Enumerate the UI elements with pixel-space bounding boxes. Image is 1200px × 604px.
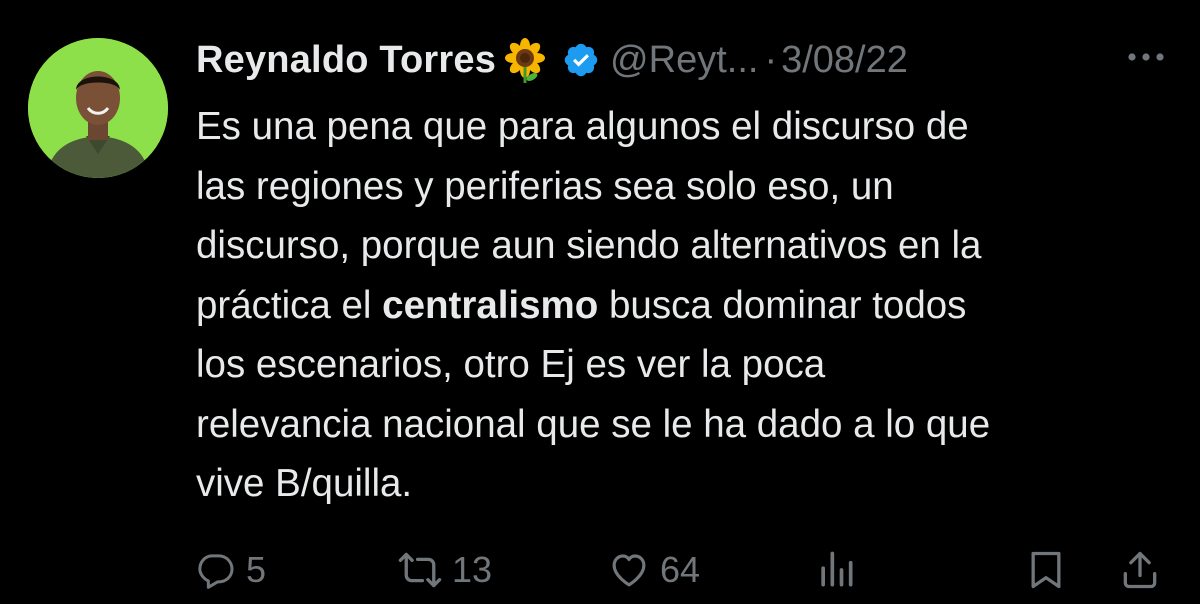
tweet-header: Reynaldo Torres @Reyt... · 3/08/22 — [196, 33, 908, 87]
handle[interactable]: @Reyt... — [610, 39, 758, 82]
avatar[interactable] — [28, 38, 168, 178]
tweet-line: los escenarios, otro Ej es ver la poca — [196, 343, 826, 386]
tweet-text-segment: práctica el — [196, 283, 383, 327]
separator: · — [764, 38, 778, 81]
tweet-text-segment: busca dominar todos — [598, 283, 967, 327]
like-icon — [612, 554, 646, 587]
reply-count: 5 — [246, 549, 267, 590]
tweet-line: práctica el centralismo busca dominar to… — [196, 276, 1186, 336]
share-button[interactable] — [1118, 540, 1162, 600]
like-button[interactable]: 64 — [608, 540, 700, 600]
views-button[interactable] — [814, 540, 858, 600]
tweet-line: relevancia nacional que se le ha dado a … — [196, 402, 991, 446]
views-icon — [821, 551, 853, 587]
tweet-line: Es una pena que para algunos el discurso… — [196, 105, 969, 148]
reply-icon — [198, 554, 234, 589]
share-icon — [1123, 551, 1157, 589]
action-bar: 5 13 64 — [0, 540, 1200, 600]
retweet-count: 13 — [452, 549, 493, 590]
tweet-line: vive B/quilla. — [196, 462, 413, 505]
avatar-image — [28, 38, 168, 178]
sunflower-emoji — [502, 37, 548, 83]
retweet-button[interactable]: 13 — [398, 540, 492, 600]
tweet-text: Es una pena que para algunos el discurso… — [196, 97, 1186, 514]
bookmark-button[interactable] — [1024, 540, 1068, 600]
tweet-line: las regiones y periferias sea solo eso, … — [196, 164, 894, 208]
more-icon[interactable] — [1124, 40, 1168, 74]
tweet-text-bold: centralismo — [382, 283, 599, 327]
reply-button[interactable]: 5 — [196, 540, 266, 600]
verified-badge-icon[interactable] — [562, 41, 600, 79]
bookmark-icon — [1031, 551, 1061, 589]
like-count: 64 — [660, 549, 701, 590]
tweet-line: discurso, porque aun siendo alternativos… — [196, 224, 982, 267]
tweet: Reynaldo Torres @Reyt... · 3/08/22 Es un… — [0, 0, 1200, 604]
retweet-icon — [398, 552, 442, 588]
timestamp[interactable]: 3/08/22 — [781, 39, 908, 82]
display-name[interactable]: Reynaldo Torres — [196, 39, 496, 82]
